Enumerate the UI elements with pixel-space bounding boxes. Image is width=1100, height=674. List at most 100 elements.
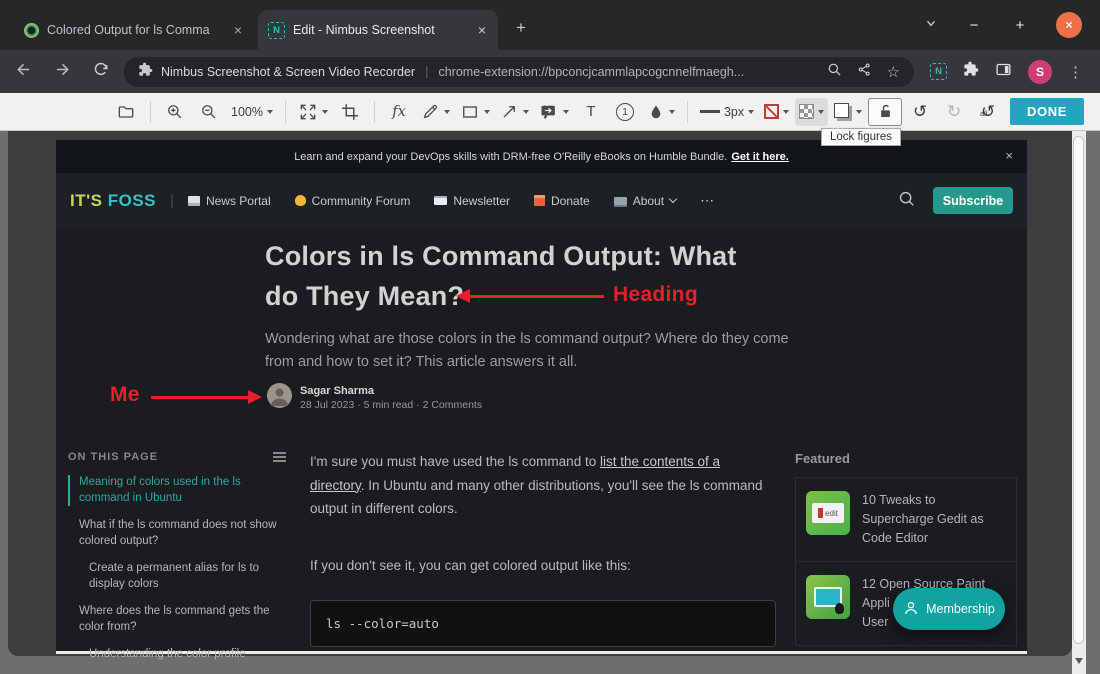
scrollbar-thumb[interactable] [1073,136,1084,644]
arrow-tool[interactable] [496,98,533,126]
toc-menu-icon [273,452,286,462]
page-url: chrome-extension://bpconcjcammlapcogcnne… [438,65,744,79]
toc-title: ON THIS PAGE [68,451,158,463]
effects-tool[interactable]: fx [383,98,415,126]
chevron-down-icon [748,110,754,114]
featured-title: Featured [795,451,1017,466]
annotation-arrow-line[interactable] [468,295,604,298]
back-icon[interactable] [14,60,33,84]
counter-icon: 1 [616,103,634,121]
browser-menu-icon[interactable]: ⋮ [1068,63,1083,81]
paragraph: I'm sure you must have used the ls comma… [310,450,776,521]
minimize-button[interactable]: − [964,17,984,34]
tab-article[interactable]: Colored Output for ls Comma × [14,10,254,50]
nimbus-icon: N [268,22,285,39]
undo-all-button[interactable]: all↺ [972,98,1004,126]
annotation-me-label[interactable]: Me [110,383,140,407]
zoom-level-value: 100% [231,105,263,119]
toolbar-divider [150,101,151,123]
share-icon[interactable] [857,62,872,82]
lock-figures-tool[interactable] [868,98,902,126]
fill-pattern-dropdown[interactable] [795,98,828,126]
profile-avatar[interactable]: S [1028,60,1052,84]
nav-buttons [14,60,110,84]
waving-hand-icon [295,195,306,206]
shadow-dropdown[interactable] [830,98,866,126]
person-icon [903,600,919,619]
featured-card-title: 10 Tweaks to Supercharge Gedit as Code E… [862,491,1006,548]
side-panel-icon[interactable] [995,61,1012,83]
nimbus-extension-icon[interactable]: N [930,63,947,80]
window-close-button[interactable]: × [1056,12,1082,38]
code-block: ls --color=auto [310,600,776,647]
toc-item: Meaning of colors used in the ls command… [68,475,286,506]
callout-tool[interactable] [535,98,573,126]
editor-toolbar: 100% fx T 1 3px ↺ ↻ all↺ DONE [0,93,1100,131]
maximize-button[interactable]: + [1010,17,1030,34]
tab-nimbus-edit[interactable]: N Edit - Nimbus Screenshot × [258,10,498,50]
gift-icon [534,195,545,206]
zoom-level-dropdown[interactable]: 100% [227,98,277,126]
pencil-tool[interactable] [417,98,454,126]
extensions-puzzle-icon[interactable] [963,61,979,82]
paragraph: If you don't see it, you can get colored… [310,554,776,578]
table-of-contents: ON THIS PAGE Meaning of colors used in t… [68,451,286,674]
bookmark-star-icon[interactable]: ☆ [887,63,900,81]
counter-tool[interactable]: 1 [609,98,641,126]
newspaper-icon [188,196,200,206]
annotation-arrowhead-right[interactable] [248,390,262,404]
done-button[interactable]: DONE [1010,98,1084,125]
paragraph-text: I'm sure you must have used the ls comma… [310,454,600,469]
article-subtitle: Wondering what are those colors in the l… [265,328,813,373]
annotation-heading-label[interactable]: Heading [613,283,698,307]
membership-button: Membership [893,588,1005,630]
crop-tool[interactable] [334,98,366,126]
tab-search-chevron-icon[interactable] [924,16,938,35]
logo-part1: IT'S [70,191,103,210]
zoom-in-tool[interactable] [159,98,191,126]
tab-close-icon[interactable]: × [232,22,244,38]
omnibox[interactable]: Nimbus Screenshot & Screen Video Recorde… [124,57,914,87]
nav-donate: Donate [534,194,590,208]
chevron-down-icon [669,195,677,203]
new-screenshot-tool[interactable] [110,98,142,126]
laptop-icon [614,197,627,205]
undo-button[interactable]: ↺ [904,98,936,126]
omnibox-separator: | [425,64,428,79]
header-actions: Subscribe [898,187,1013,214]
author-row: Sagar Sharma 28 Jul 2023 · 5 min read · … [267,383,482,413]
rectangle-tool[interactable] [456,98,494,126]
shadow-icon [834,103,849,118]
chevron-down-icon [444,110,450,114]
annotation-arrow-line[interactable] [151,396,248,399]
nav-label: Community Forum [312,194,411,208]
window-controls: − + × [924,12,1082,38]
screenshot-canvas[interactable]: Learn and expand your DevOps skills with… [56,140,1027,654]
forward-icon[interactable] [53,60,72,84]
zoom-out-tool[interactable] [193,98,225,126]
author-texts: Sagar Sharma 28 Jul 2023 · 5 min read · … [300,385,482,411]
redo-button[interactable]: ↻ [938,98,970,126]
redo-icon: ↻ [947,102,961,122]
lock-figures-tooltip: Lock figures [821,128,901,146]
stroke-color-dropdown[interactable] [760,98,793,126]
featured-card: edit 10 Tweaks to Supercharge Gedit as C… [796,478,1016,561]
line-width-dropdown[interactable]: 3px [696,98,758,126]
zoom-icon[interactable] [827,62,842,82]
text-tool[interactable]: T [575,98,607,126]
chevron-down-icon [783,110,789,114]
author-avatar [267,383,292,413]
reload-icon[interactable] [92,60,110,83]
logo-part2: FOSS [108,191,156,210]
new-tab-button[interactable]: + [508,15,534,41]
undo-icon: ↺ [913,102,927,122]
tab-title: Edit - Nimbus Screenshot [293,23,468,37]
scrollbar-down-arrow[interactable] [1075,658,1083,664]
tab-close-icon[interactable]: × [476,22,488,38]
nav-label: Donate [551,194,590,208]
toolbar-extensions: N S ⋮ [930,60,1083,84]
resize-tool[interactable] [294,98,332,126]
nav-more-icon: ⋯ [700,192,714,209]
author-name: Sagar Sharma [300,385,482,397]
blur-tool[interactable] [643,98,679,126]
